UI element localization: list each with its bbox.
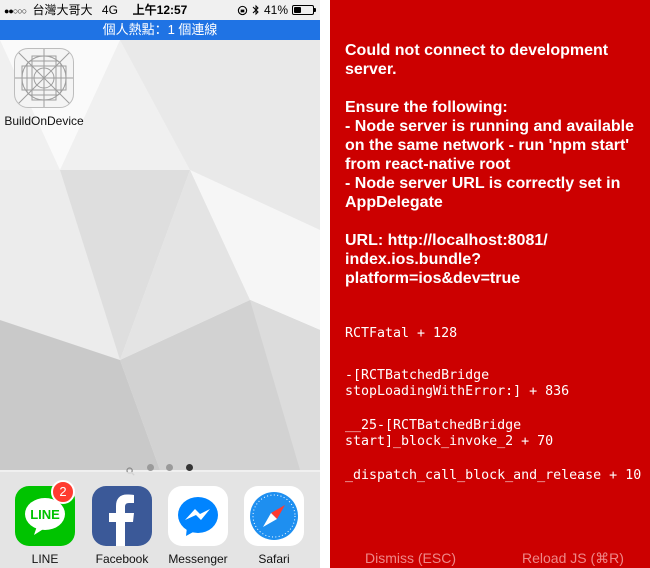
stack-frame[interactable]: _dispatch_call_block_and_release + 10 xyxy=(345,468,645,484)
home-screen: ●●○○○ 台灣大哥大 4G 上午12:57 41% 個人熱點：1 個連線 Bu… xyxy=(0,0,320,568)
app-label: LINE xyxy=(31,552,59,566)
notification-badge: 2 xyxy=(51,480,75,504)
page-dot xyxy=(166,464,174,472)
app-safari[interactable]: Safari xyxy=(236,486,312,566)
svg-text:LINE: LINE xyxy=(30,507,60,522)
redbox-error-screen: Could not connect to development server.… xyxy=(330,0,650,568)
bullet-appdelegate: - Node server URL is correctly set in Ap… xyxy=(345,175,621,211)
ensure-heading: Ensure the following: xyxy=(345,99,508,116)
app-label: BuildOnDevice xyxy=(4,114,84,128)
bullet-node-server: - Node server is running and available o… xyxy=(345,118,634,173)
divider xyxy=(320,0,330,568)
safari-icon xyxy=(244,486,304,546)
rotation-lock-icon xyxy=(237,5,248,15)
dock: LINE 2 LINE Facebook Messenger Safari xyxy=(0,472,320,568)
stack-frame[interactable]: RCTFatal + 128 xyxy=(345,326,645,342)
battery-icon xyxy=(292,5,316,15)
hotspot-banner[interactable]: 個人熱點：1 個連線 xyxy=(0,20,320,40)
messenger-icon xyxy=(168,486,228,546)
app-buildondevice[interactable]: BuildOnDevice xyxy=(4,48,84,128)
error-title: Could not connect to development server. xyxy=(345,42,609,78)
page-dot xyxy=(146,464,154,472)
battery-percent: 41% xyxy=(263,3,288,17)
spotlight-search-icon xyxy=(126,463,135,476)
app-label: Facebook xyxy=(95,552,149,566)
app-label: Safari xyxy=(258,552,290,566)
status-bar: ●●○○○ 台灣大哥大 4G 上午12:57 41% xyxy=(0,0,320,20)
bundle-url: URL: http://localhost:8081/ index.ios.bu… xyxy=(345,232,548,287)
page-dot-active xyxy=(185,464,193,472)
app-facebook[interactable]: Facebook xyxy=(84,486,160,566)
app-line[interactable]: LINE 2 LINE xyxy=(7,480,83,566)
facebook-icon xyxy=(92,486,152,546)
stack-frame[interactable]: __25-[RCTBatchedBridge start]_block_invo… xyxy=(345,418,645,450)
error-message: Could not connect to development server.… xyxy=(345,41,641,288)
reload-js-button[interactable]: Reload JS (⌘R) xyxy=(522,549,624,567)
app-label: Messenger xyxy=(168,552,228,566)
stack-frame[interactable]: -[RCTBatchedBridge stopLoadingWithError:… xyxy=(345,368,645,400)
redbox-footer: Dismiss (ESC) Reload JS (⌘R) xyxy=(330,549,650,567)
app-messenger[interactable]: Messenger xyxy=(160,486,236,566)
bluetooth-icon xyxy=(252,4,259,16)
app-placeholder-icon xyxy=(14,48,74,108)
dismiss-button[interactable]: Dismiss (ESC) xyxy=(365,549,456,567)
